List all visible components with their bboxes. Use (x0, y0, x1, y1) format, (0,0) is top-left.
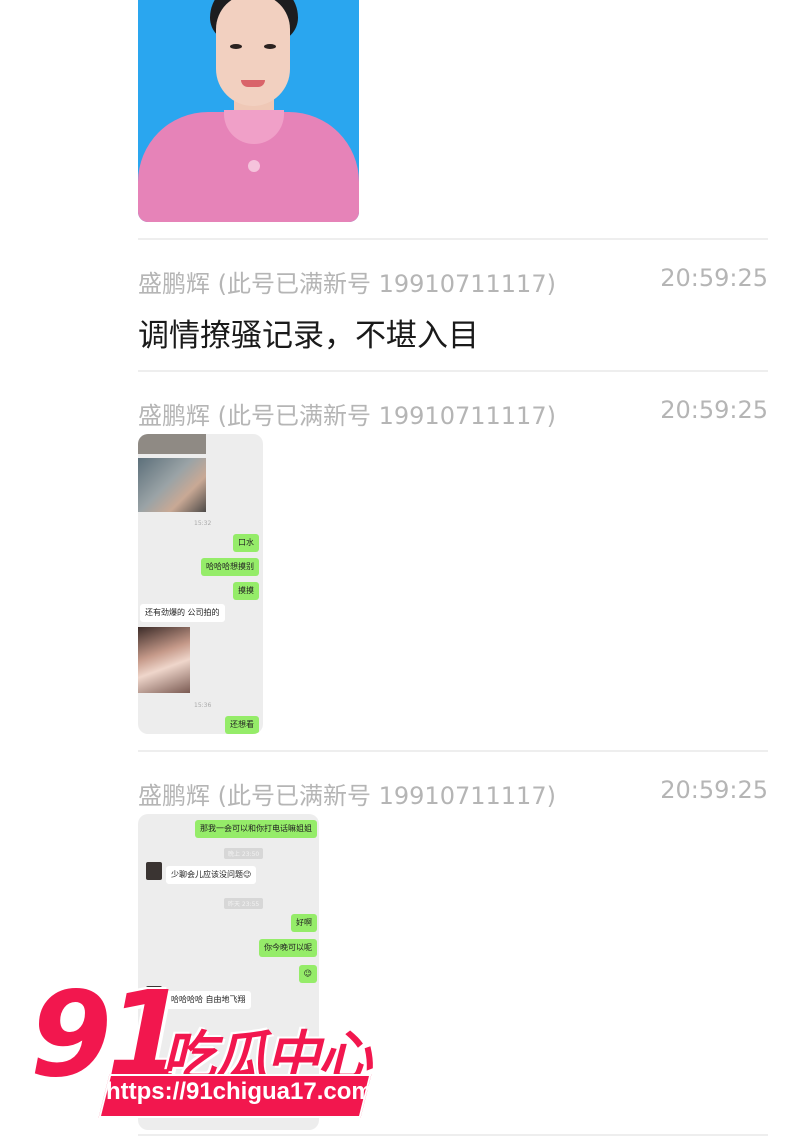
chat-bubble: 你今晚可以呢 (259, 939, 317, 957)
chat-bubble: 还有劲爆的 公司拍的 (140, 604, 225, 622)
chat-bubble: 少聊会儿应该没问题😉 (166, 866, 257, 884)
chat-bubble: 口水 (233, 534, 259, 552)
message-sender[interactable]: 盛鹏辉 (此号已满新号 19910711117) (138, 776, 556, 811)
chat-photo-thumbnail (138, 627, 190, 693)
chat-timestamp: 15:32 (194, 520, 212, 527)
divider (138, 1134, 768, 1136)
chat-bubble: 好啊 (291, 914, 317, 932)
chat-bubble: 那我一会可以和你打电话嘛姐姐 (195, 820, 317, 838)
chat-avatar (146, 862, 162, 880)
divider (138, 750, 768, 752)
chat-timestamp: 15:36 (194, 702, 212, 709)
watermark-url: https://91chigua17.com (106, 1078, 373, 1105)
message-sender[interactable]: 盛鹏辉 (此号已满新号 19910711117) (138, 264, 556, 299)
divider (138, 238, 768, 240)
photo-eye-left (230, 44, 242, 49)
photo-button-knot (248, 160, 260, 172)
message-time: 20:59:25 (660, 396, 768, 424)
photo-lips (241, 80, 265, 87)
chat-screenshot-image[interactable]: 15:32 口水 哈哈哈想摸别 摸摸 还有劲爆的 公司拍的 15:36 还想看 (138, 434, 263, 734)
chat-bubble: 😉 (298, 965, 317, 983)
chat-photo-thumbnail (138, 434, 206, 454)
chat-timestamp: 昨天 23:55 (224, 898, 264, 909)
chat-photo-thumbnail (138, 458, 206, 512)
chat-timestamp: 晚上 23:50 (224, 848, 264, 859)
chat-bubble: 摸摸 (233, 582, 259, 600)
photo-face (216, 0, 290, 106)
chat-bubble: 哈哈哈想摸别 (201, 558, 259, 576)
message-time: 20:59:25 (660, 776, 768, 804)
message-time: 20:59:25 (660, 264, 768, 292)
portrait-photo[interactable] (138, 0, 359, 222)
chat-bubble: 还想看 (225, 716, 259, 734)
message-text: 调情撩骚记录，不堪入目 (138, 318, 479, 354)
photo-eye-right (264, 44, 276, 49)
message-sender[interactable]: 盛鹏辉 (此号已满新号 19910711117) (138, 396, 556, 431)
divider (138, 370, 768, 372)
